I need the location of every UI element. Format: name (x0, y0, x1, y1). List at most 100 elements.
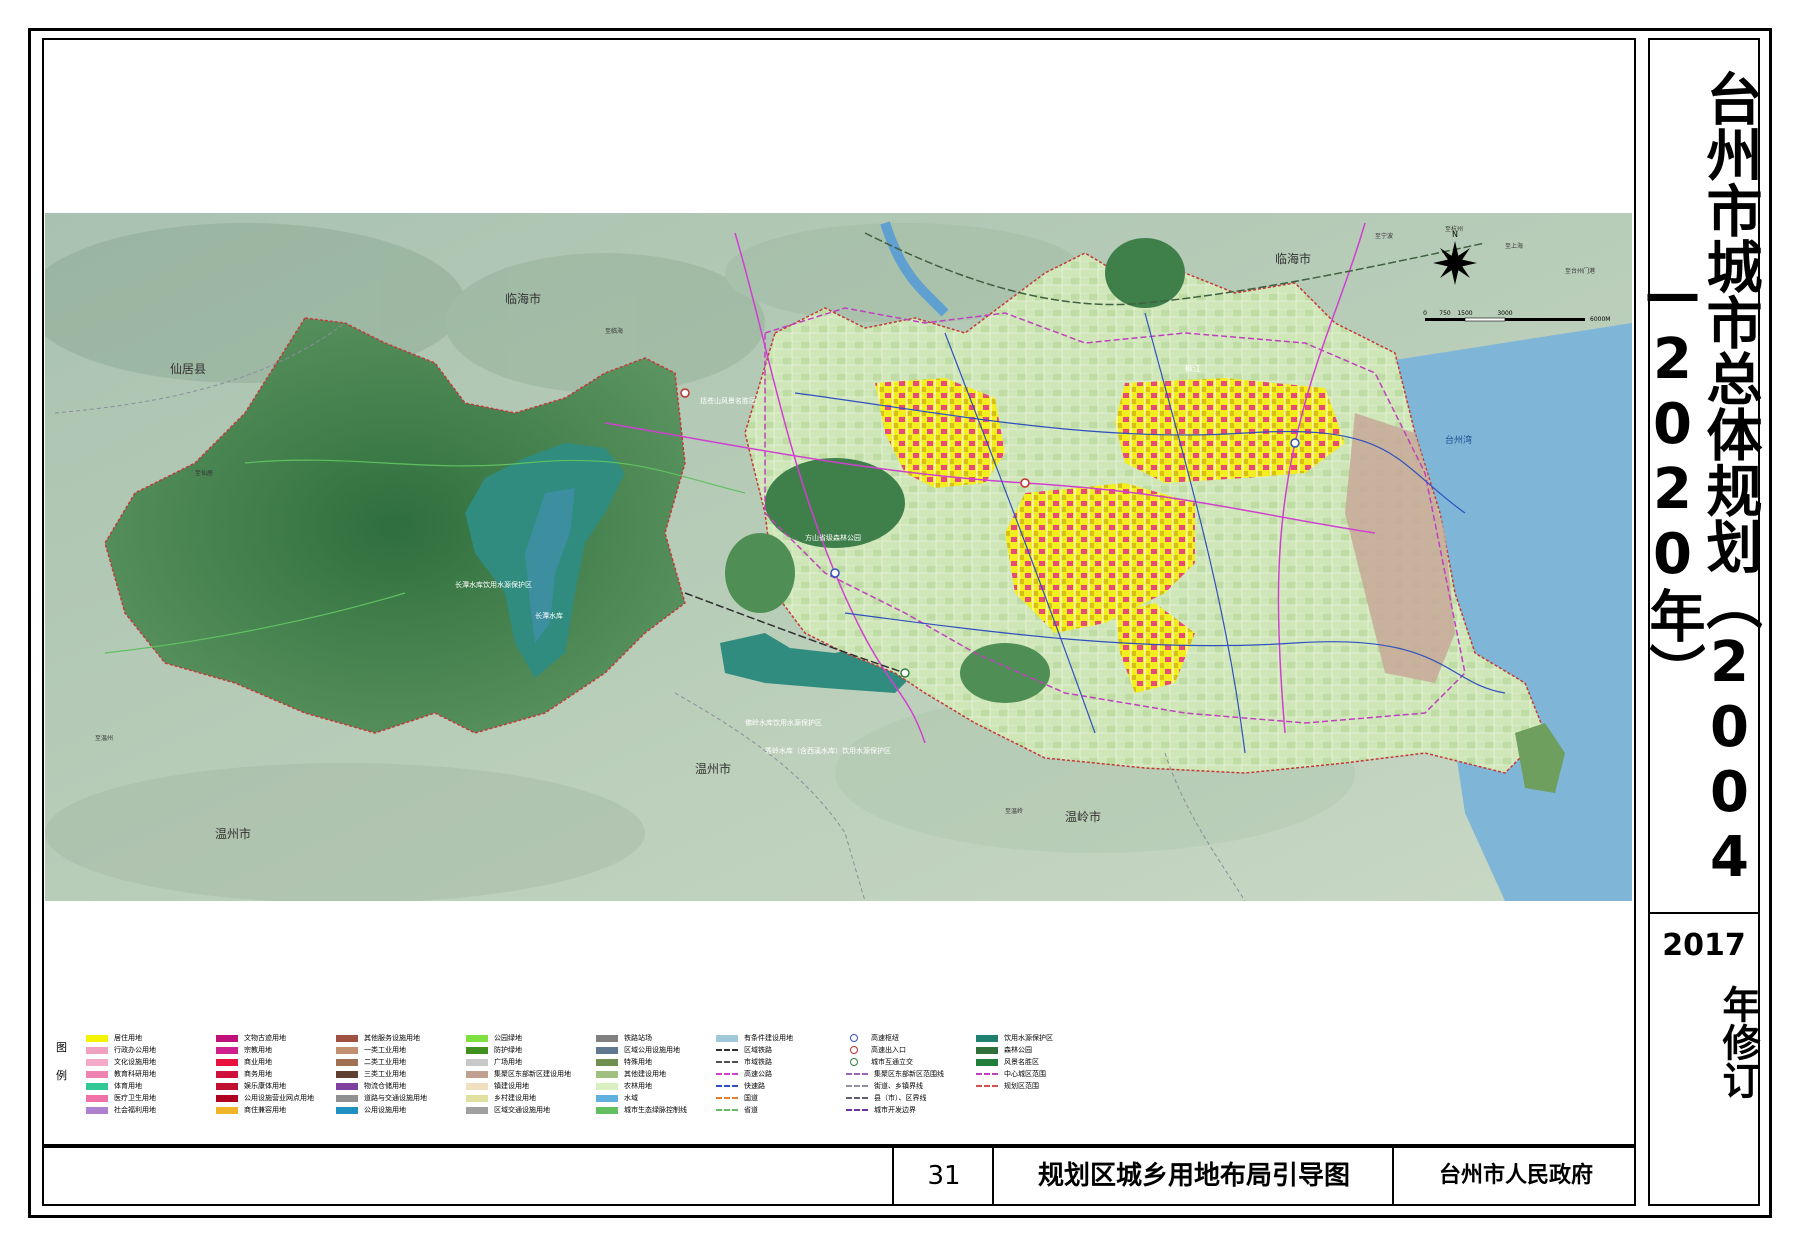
legend-swatch (596, 1058, 618, 1066)
place-label: 至宁波 (1375, 232, 1393, 240)
legend-item: 公用设施用地 (336, 1104, 427, 1116)
legend-label: 集聚区东部新区建设用地 (494, 1070, 571, 1078)
legend-swatch (86, 1082, 108, 1090)
legend-label: 高速公路 (744, 1070, 772, 1078)
legend-label: 社会福利用地 (114, 1106, 156, 1114)
legend-label: 城市互通立交 (871, 1058, 913, 1066)
legend-item: 医疗卫生用地 (86, 1092, 156, 1104)
legend-item: 森林公园 (976, 1044, 1053, 1056)
title-panel: 台州市城市总体规划（2004—2020年） 2017 年修订 (1640, 38, 1762, 1206)
legend-swatch (716, 1049, 738, 1051)
legend-item: 镇建设用地 (466, 1080, 571, 1092)
legend-item: 区域铁路 (716, 1044, 793, 1056)
jiaojiang-urban-area[interactable] (1115, 378, 1345, 483)
legend-item: 娱乐康体用地 (216, 1080, 314, 1092)
legend-item: 省道 (716, 1104, 793, 1116)
legend-label: 其他服务设施用地 (364, 1034, 420, 1042)
legend-swatch (336, 1046, 358, 1054)
legend-swatch (596, 1094, 618, 1102)
legend-label: 物流仓储用地 (364, 1082, 406, 1090)
legend-item: 社会福利用地 (86, 1104, 156, 1116)
legend-swatch (336, 1094, 358, 1102)
legend-swatch (716, 1109, 738, 1111)
legend-item: 铁路站场 (596, 1032, 687, 1044)
legend-label: 道路与交通设施用地 (364, 1094, 427, 1102)
legend-swatch (336, 1106, 358, 1114)
legend-swatch (976, 1034, 998, 1042)
legend-item: 文化设施用地 (86, 1056, 156, 1068)
legend-swatch (846, 1085, 868, 1087)
authority-cell: 台州市人民政府 (1392, 1148, 1638, 1204)
legend-swatch (976, 1058, 998, 1066)
legend-item: 风景名胜区 (976, 1056, 1053, 1068)
place-label: 方山省级森林公园 (805, 533, 861, 542)
legend-column: 铁路站场 区域公用设施用地 特殊用地 其他建设用地 农林用地 水域 城市生态绿脉控制线 (596, 1032, 687, 1116)
legend-label: 行政办公用地 (114, 1046, 156, 1054)
place-label: 秀岭水库（含西溪水库）饮用水源保护区 (765, 746, 891, 755)
legend-label: 教育科研用地 (114, 1070, 156, 1078)
land-use-map[interactable]: N 0 750 1500 3000 6000M 临海市 临海市 仙居县 温州市 … (45, 213, 1632, 901)
legend-label: 娱乐康体用地 (244, 1082, 286, 1090)
legend-item: 集聚区东部新区建设用地 (466, 1068, 571, 1080)
legend-swatch (596, 1082, 618, 1090)
sheet-number-cell: 31 (892, 1148, 994, 1204)
legend-item: 道路与交通设施用地 (336, 1092, 427, 1104)
legend-item: 其他建设用地 (596, 1068, 687, 1080)
legend-swatch (716, 1061, 738, 1063)
legend-label: 规划区范围 (1004, 1082, 1039, 1090)
place-label: 临海市 (505, 291, 541, 306)
legend-label: 高速枢纽 (871, 1034, 899, 1042)
legend-item: 防护绿地 (466, 1044, 571, 1056)
legend-item: 公园绿地 (466, 1032, 571, 1044)
legend-swatch (466, 1034, 488, 1042)
place-label: 至台州门港 (1565, 267, 1595, 275)
scale-tick: 3000 (1497, 310, 1512, 317)
legend-label: 乡村建设用地 (494, 1094, 536, 1102)
north-forest-hill (1105, 238, 1185, 308)
legend-label: 水域 (624, 1094, 638, 1102)
legend-swatch (216, 1034, 238, 1042)
legend-item: 中心城区范围 (976, 1068, 1053, 1080)
plan-title: 台州市城市总体规划（2004—2020年） (1640, 70, 1762, 890)
legend-label: 县（市）、区界线 (874, 1094, 927, 1102)
place-label: 温州市 (695, 761, 731, 776)
legend-item: 商业用地 (216, 1056, 314, 1068)
legend-swatch (86, 1046, 108, 1054)
legend-column: 公园绿地防护绿地广场用地集聚区东部新区建设用地 镇建设用地乡村建设用地区域交通设施… (466, 1032, 571, 1116)
legend-label: 公园绿地 (494, 1034, 522, 1042)
scale-tick: 750 (1439, 310, 1451, 317)
legend-column: 有条件建设用地 区域铁路 市域铁路 高速公路 快速路 国道 省道 (716, 1032, 793, 1116)
legend-label: 中心城区范围 (1004, 1070, 1046, 1078)
legend-item: 商住兼容用地 (216, 1104, 314, 1116)
legend-item: 公用设施营业网点用地 (216, 1092, 314, 1104)
legend-swatch (596, 1106, 618, 1114)
place-label: 温州市 (215, 826, 251, 841)
legend-label: 三类工业用地 (364, 1070, 406, 1078)
legend-swatch (86, 1106, 108, 1114)
legend-item: 行政办公用地 (86, 1044, 156, 1056)
legend-label: 区域交通设施用地 (494, 1106, 550, 1114)
legend-swatch (716, 1034, 738, 1042)
legend-item: 高速枢纽 (846, 1032, 944, 1044)
legend-swatch (216, 1070, 238, 1078)
place-label: 台州湾 (1445, 434, 1472, 446)
place-label: 至杭州 (1445, 225, 1463, 233)
legend-swatch (216, 1058, 238, 1066)
legend-swatch (716, 1085, 738, 1087)
legend-label: 特殊用地 (624, 1058, 652, 1066)
legend-label: 镇建设用地 (494, 1082, 529, 1090)
legend-swatch (850, 1034, 858, 1042)
legend-swatch (86, 1094, 108, 1102)
legend-item: 乡村建设用地 (466, 1092, 571, 1104)
legend-item: 快速路 (716, 1080, 793, 1092)
scale-tick: 1500 (1457, 310, 1472, 317)
legend-column: 其他服务设施用地 一类工业用地 二类工业用地 三类工业用地 物流仓储用地 道路与交通设施用… (336, 1032, 427, 1116)
legend-item: 规划区范围 (976, 1080, 1053, 1092)
legend-label: 广场用地 (494, 1058, 522, 1066)
legend-item: 一类工业用地 (336, 1044, 427, 1056)
legend-swatch (596, 1046, 618, 1054)
legend-label: 公用设施用地 (364, 1106, 406, 1114)
legend-item: 物流仓储用地 (336, 1080, 427, 1092)
legend-item: 体育用地 (86, 1080, 156, 1092)
legend-swatch (86, 1058, 108, 1066)
